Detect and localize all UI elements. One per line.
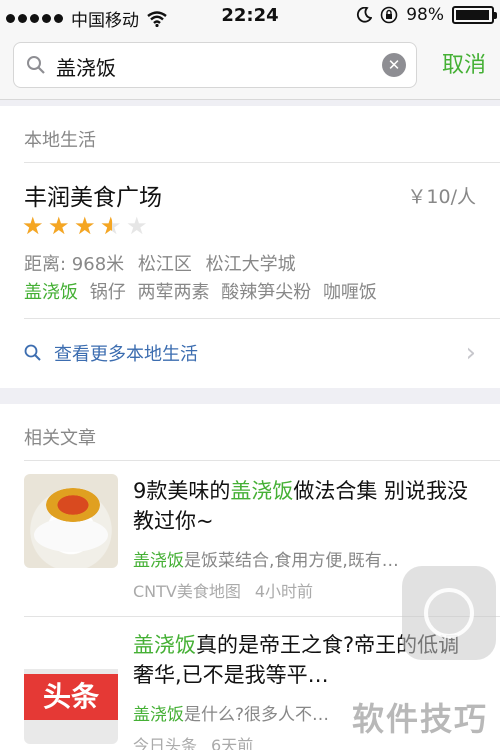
status-bar: 中国移动 22:24 98%	[0, 0, 500, 32]
cancel-button[interactable]: 取消	[442, 47, 486, 79]
rotation-lock-icon	[380, 6, 398, 24]
search-header: 盖浇饭 ✕ 取消	[0, 32, 500, 100]
place-meta: 距离: 968米 松江区 松江大学城	[24, 250, 304, 276]
article-title: 9款美味的盖浇饭做法合集 别说我没教过你~	[133, 479, 469, 533]
battery-fill	[456, 10, 490, 20]
chevron-right-icon: ›	[465, 338, 476, 368]
battery-icon	[452, 6, 497, 24]
assistive-touch-button[interactable]	[402, 566, 496, 660]
moon-icon	[357, 7, 373, 23]
place-district: 松江区	[137, 254, 192, 275]
place-distance: 距离: 968米	[24, 254, 125, 275]
more-local-life-link[interactable]: 查看更多本地生活	[24, 340, 198, 366]
section-title-local-life: 本地生活	[24, 130, 96, 151]
place-tags: 盖浇饭 锅仔 两荤两素 酸辣笋尖粉 咖喱饭	[24, 278, 383, 304]
food-icon	[24, 474, 118, 568]
divider	[24, 318, 500, 319]
divider	[24, 162, 500, 163]
place-tag: 咖喱饭	[322, 282, 377, 303]
toutiao-logo-icon: 头条	[24, 650, 118, 744]
search-icon	[27, 56, 45, 74]
place-tag: 酸辣笋尖粉	[221, 282, 312, 303]
place-area: 松江大学城	[205, 254, 296, 275]
status-right: 98%	[356, 5, 497, 25]
search-icon	[24, 344, 41, 361]
place-tag: 锅仔	[89, 282, 126, 303]
article-source: CNTV美食地图 4小时前	[133, 582, 314, 601]
place-name: 丰润美食广场	[24, 185, 162, 211]
rating-stars: ★★★★★★★★★★	[22, 214, 150, 238]
clear-icon[interactable]: ✕	[382, 53, 406, 77]
battery-percent: 98%	[406, 5, 444, 25]
search-input[interactable]: 盖浇饭 ✕	[13, 42, 417, 88]
section-title-articles: 相关文章	[24, 428, 96, 449]
star-icon: ★★	[74, 212, 96, 240]
star-icon: ★★	[126, 212, 148, 240]
watermark: 软件技巧	[352, 700, 489, 738]
local-life-section: 本地生活 丰润美食广场 ￥10/人 ★★★★★★★★★★ 距离: 968米 松江…	[0, 106, 500, 388]
article-source: 今日头条 6天前	[133, 736, 254, 750]
search-query: 盖浇饭	[56, 56, 116, 80]
place-price: ￥10/人	[407, 186, 476, 208]
star-icon: ★★	[48, 212, 70, 240]
star-icon: ★★	[100, 212, 122, 240]
place-tag: 两荤两素	[137, 282, 210, 303]
more-local-life-label: 查看更多本地生活	[54, 344, 198, 365]
place-tag: 盖浇饭	[24, 282, 78, 303]
star-icon: ★★	[22, 212, 44, 240]
divider	[24, 460, 500, 461]
